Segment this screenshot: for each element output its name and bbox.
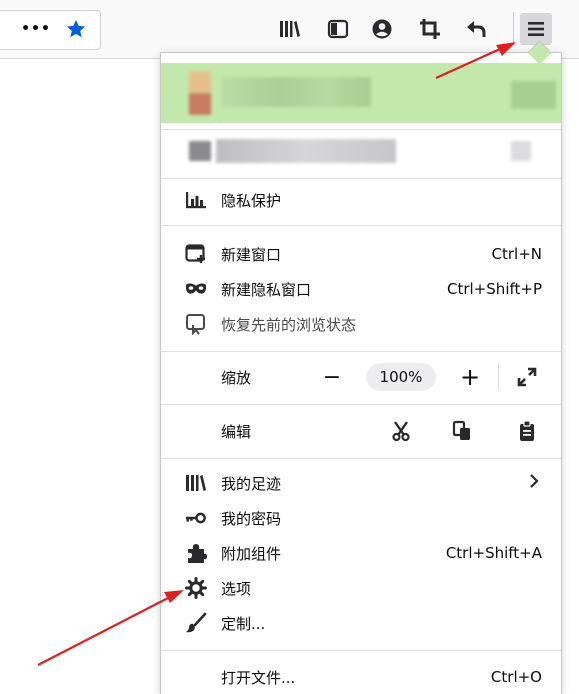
library-icon: [185, 472, 207, 494]
puzzle-icon: [185, 542, 207, 564]
zoom-out-button[interactable]: −: [318, 363, 346, 391]
bookmark-star-button[interactable]: [60, 13, 92, 45]
menu-item-label: 新建窗口: [221, 245, 282, 264]
paste-button[interactable]: [513, 417, 541, 445]
plus-icon: +: [459, 363, 481, 391]
menu-item-label: 选项: [221, 579, 252, 598]
menu-item-private-window[interactable]: 新建隐私窗口 Ctrl+Shift+P: [161, 272, 561, 306]
chevron-right-icon: [529, 473, 539, 493]
menu-item-library[interactable]: 我的足迹: [161, 466, 561, 500]
menu-item-addons[interactable]: 附加组件 Ctrl+Shift+A: [161, 536, 561, 570]
undo-icon: [467, 21, 486, 37]
menu-item-shortcut: Ctrl+O: [490, 668, 542, 686]
scissors-icon: [392, 421, 410, 441]
menu-item-shortcut: Ctrl+N: [491, 245, 542, 263]
screenshot-button[interactable]: [414, 13, 446, 45]
menu-item-label: 新建隐私窗口: [221, 280, 312, 299]
copy-button[interactable]: [448, 417, 476, 445]
menu-item-label: 隐私保护: [221, 191, 282, 210]
menu-item-label: 我的足迹: [221, 474, 282, 493]
key-icon: [185, 507, 207, 529]
restore-icon: [185, 313, 207, 335]
zoom-value: 100%: [379, 368, 423, 386]
open-menu-button[interactable]: [520, 13, 552, 45]
crop-icon: [420, 19, 440, 39]
app-menu-panel: 隐私保护 新建窗口 Ctrl+N 新建隐私窗口 Ctrl+Shift+P 恢复先…: [160, 40, 562, 694]
copy-icon: [452, 420, 470, 440]
mask-icon: [185, 278, 207, 300]
expand-icon: [517, 367, 537, 387]
page-actions-button[interactable]: •••: [20, 13, 52, 45]
zoom-reset-button[interactable]: 100%: [366, 363, 436, 391]
menu-item-open-file[interactable]: 打开文件... Ctrl+O: [161, 660, 561, 694]
menu-item-new-window[interactable]: 新建窗口 Ctrl+N: [161, 237, 561, 271]
edit-label: 编辑: [221, 422, 252, 441]
menu-item-label: 定制...: [221, 614, 266, 633]
menu-item-privacy[interactable]: 隐私保护: [161, 183, 561, 217]
brush-icon: [185, 612, 207, 634]
cut-button[interactable]: [387, 417, 415, 445]
menu-item-label: 恢复先前的浏览状态: [221, 315, 357, 334]
menu-item-customize[interactable]: 定制...: [161, 606, 561, 640]
back-button[interactable]: [460, 13, 492, 45]
clipboard-icon: [520, 420, 534, 441]
menu-item-zoom: 缩放 − 100% +: [161, 360, 561, 394]
account-button[interactable]: [366, 13, 398, 45]
menu-item-label: 打开文件...: [221, 668, 296, 687]
library-icon: [280, 21, 300, 37]
account-row[interactable]: [161, 63, 561, 123]
minus-icon: −: [322, 364, 342, 390]
sidebar-button[interactable]: [322, 13, 354, 45]
library-button[interactable]: [274, 13, 306, 45]
menu-item-options[interactable]: 选项: [161, 571, 561, 605]
browser-toolbar: •••: [0, 0, 579, 59]
zoom-separator: [498, 363, 499, 391]
star-icon: [66, 19, 86, 38]
hamburger-icon: [528, 22, 544, 36]
menu-item-edit: 编辑: [161, 414, 561, 448]
menu-item-label: 我的密码: [221, 509, 282, 528]
new-window-icon: [185, 243, 207, 265]
gear-icon: [185, 577, 207, 599]
menu-item-shortcut: Ctrl+Shift+P: [447, 280, 542, 298]
ellipsis-icon: •••: [21, 21, 51, 37]
chart-icon: [185, 189, 207, 211]
account-icon: [372, 19, 392, 39]
menu-item-shortcut: Ctrl+Shift+A: [445, 544, 542, 562]
fullscreen-button[interactable]: [513, 363, 541, 391]
zoom-in-button[interactable]: +: [456, 363, 484, 391]
menu-item-passwords[interactable]: 我的密码: [161, 501, 561, 535]
sidebar-icon: [327, 19, 349, 39]
zoom-label: 缩放: [221, 368, 252, 387]
sync-row[interactable]: [161, 133, 561, 167]
toolbar-separator: [513, 12, 514, 46]
menu-item-restore-session[interactable]: 恢复先前的浏览状态: [161, 307, 561, 341]
menu-item-label: 附加组件: [221, 544, 282, 563]
